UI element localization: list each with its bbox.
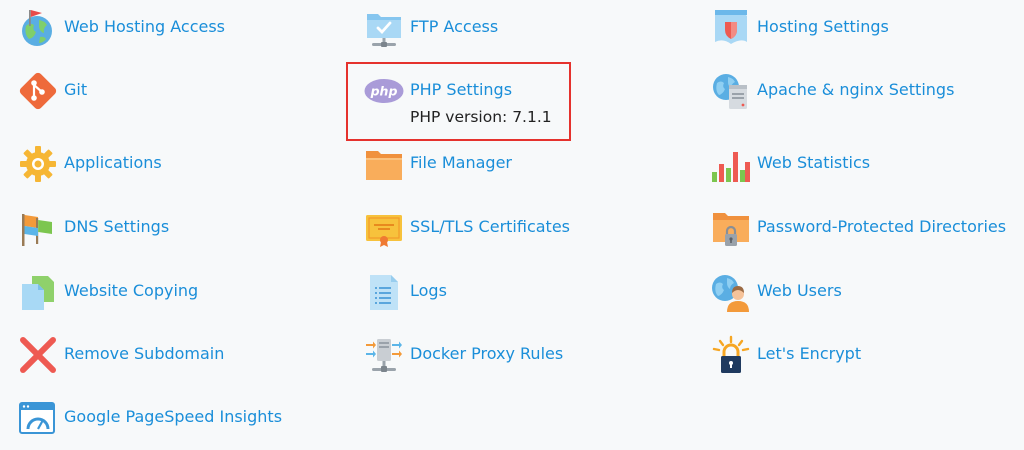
web-users-link[interactable]: Web Users (711, 272, 842, 312)
apache-nginx-settings-link[interactable]: Apache & nginx Settings (711, 71, 954, 111)
apache-nginx-settings-label: Apache & nginx Settings (757, 80, 955, 99)
website-copying-link[interactable]: Website Copying (18, 272, 198, 312)
docker-proxy-rules-link[interactable]: Docker Proxy Rules (364, 335, 563, 375)
docker-proxy-rules-label: Docker Proxy Rules (410, 344, 564, 363)
web-hosting-access-label: Web Hosting Access (64, 17, 225, 36)
ftp-folder-icon (364, 8, 404, 48)
google-pagespeed-label: Google PageSpeed Insights (64, 407, 283, 426)
google-pagespeed-link[interactable]: Google PageSpeed Insights (18, 398, 282, 438)
lets-encrypt-link[interactable]: Let's Encrypt (711, 335, 861, 375)
locked-folder-icon (711, 208, 751, 248)
ssl-tls-certificates-label: SSL/TLS Certificates (410, 217, 570, 236)
red-x-icon (18, 335, 58, 375)
bar-stats-icon (711, 144, 751, 184)
hosting-settings-link[interactable]: Hosting Settings (711, 8, 889, 48)
git-icon (18, 71, 58, 111)
speedometer-window-icon (18, 398, 58, 438)
password-protected-directories-label: Password-Protected Directories (757, 217, 1007, 236)
apache-nginx-icon (711, 71, 751, 111)
remove-subdomain-link[interactable]: Remove Subdomain (18, 335, 224, 375)
lets-encrypt-lock-icon (711, 335, 751, 375)
hosting-settings-icon (711, 8, 751, 48)
logs-link[interactable]: Logs (364, 272, 447, 312)
applications-label: Applications (64, 153, 162, 172)
docker-proxy-icon (364, 335, 404, 375)
logs-label: Logs (410, 281, 447, 300)
dns-settings-label: DNS Settings (64, 217, 170, 236)
web-users-label: Web Users (757, 281, 842, 300)
file-manager-label: File Manager (410, 153, 512, 172)
applications-link[interactable]: Applications (18, 144, 162, 184)
gear-icon (18, 144, 58, 184)
web-statistics-label: Web Statistics (757, 153, 871, 172)
ssl-tls-certificates-link[interactable]: SSL/TLS Certificates (364, 208, 570, 248)
ftp-access-label: FTP Access (410, 17, 499, 36)
web-user-icon (711, 272, 751, 312)
globe-flag-icon (18, 8, 58, 48)
web-statistics-link[interactable]: Web Statistics (711, 144, 870, 184)
certificate-icon (364, 208, 404, 248)
git-label: Git (64, 80, 88, 99)
password-protected-directories-link[interactable]: Password-Protected Directories (711, 208, 1006, 248)
ftp-access-link[interactable]: FTP Access (364, 8, 498, 48)
file-manager-link[interactable]: File Manager (364, 144, 512, 184)
folder-icon (364, 144, 404, 184)
log-document-icon (364, 272, 404, 312)
php-settings-highlight-box (346, 62, 571, 141)
copy-pages-icon (18, 272, 58, 312)
dns-settings-link[interactable]: DNS Settings (18, 208, 169, 248)
tools-grid: Web Hosting Access Git Applications DNS … (0, 0, 1024, 450)
git-link[interactable]: Git (18, 71, 87, 111)
lets-encrypt-label: Let's Encrypt (757, 344, 862, 363)
web-hosting-access-link[interactable]: Web Hosting Access (18, 8, 225, 48)
website-copying-label: Website Copying (64, 281, 199, 300)
flags-icon (18, 208, 58, 248)
hosting-settings-label: Hosting Settings (757, 17, 889, 36)
remove-subdomain-label: Remove Subdomain (64, 344, 225, 363)
